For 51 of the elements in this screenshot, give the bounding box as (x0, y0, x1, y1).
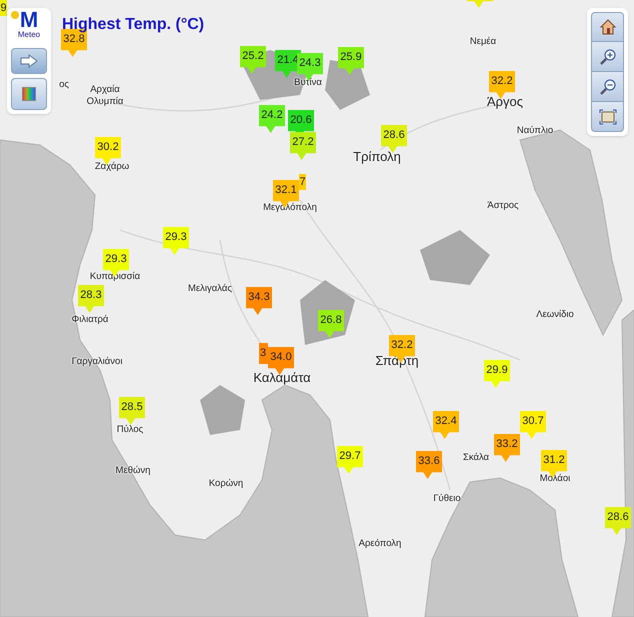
place-label: Ναύπλιο (516, 126, 554, 136)
full-extent-icon (598, 108, 616, 124)
place-label: Τρίπολη (353, 150, 401, 163)
temperature-marker[interactable]: 29.7 (337, 446, 363, 474)
temperature-marker[interactable]: 28.3 (78, 285, 104, 313)
color-scale-icon (22, 87, 36, 101)
zoom-in-button[interactable] (591, 42, 624, 72)
temperature-marker[interactable]: 33.6 (416, 451, 442, 479)
place-label: Μεθώνη (116, 466, 150, 476)
home-icon (598, 18, 616, 36)
place-label: Βυτίνα (294, 78, 322, 88)
arrow-right-icon (20, 54, 38, 68)
temperature-marker[interactable]: 29.3 (163, 227, 189, 255)
place-label: Ζαχάρω (94, 162, 130, 172)
place-label: Ολυμπία (86, 97, 124, 106)
arrow-button[interactable] (11, 48, 47, 74)
temperature-marker[interactable]: 27.2 (290, 132, 316, 160)
place-label: Γύθειο (433, 494, 461, 504)
place-label: Πύλος (116, 425, 144, 434)
home-button[interactable] (591, 12, 624, 42)
full-extent-button[interactable] (591, 102, 624, 132)
logo-text: Meteo (18, 30, 40, 40)
zoom-out-icon (598, 78, 616, 96)
temperature-marker[interactable]: 32.4 (433, 411, 459, 439)
logo-letter: M (20, 10, 38, 30)
zoom-out-button[interactable] (591, 72, 624, 102)
palette-button[interactable] (11, 78, 47, 110)
place-label: Κορώνη (208, 479, 244, 488)
temperature-marker[interactable]: 33.2 (494, 434, 520, 462)
temperature-marker[interactable]: 28.6 (381, 125, 407, 153)
place-label: ος (59, 80, 69, 90)
temperature-marker[interactable]: 29.9 (484, 360, 510, 388)
place-label: Αρεόπολη (358, 539, 402, 548)
place-label: Αρχαία (90, 85, 120, 94)
zoom-in-icon (598, 48, 616, 66)
place-label: Φιλιατρά (72, 315, 108, 324)
logo[interactable]: M Meteo (11, 10, 47, 42)
temperature-marker[interactable]: 9 (0, 0, 7, 16)
temperature-marker[interactable]: 7 (299, 174, 306, 190)
place-label: Γαργαλιάνοι (72, 357, 122, 366)
place-label: Άστρος (487, 201, 519, 210)
place-label: Μελιγαλάς (188, 284, 232, 294)
place-label: Σκάλα (462, 453, 490, 462)
temperature-marker[interactable]: 30.7 (520, 411, 546, 439)
place-label: Λεωνίδιο (536, 310, 574, 320)
temperature-marker[interactable]: 24.2 (259, 105, 285, 133)
temperature-marker[interactable]: 28.5 (119, 397, 145, 425)
temperature-marker[interactable]: 3 (259, 343, 268, 364)
temperature-marker[interactable]: 34.3 (246, 287, 272, 315)
place-label: Νεμέα (470, 37, 496, 46)
temperature-marker[interactable]: 28.6 (605, 507, 631, 535)
